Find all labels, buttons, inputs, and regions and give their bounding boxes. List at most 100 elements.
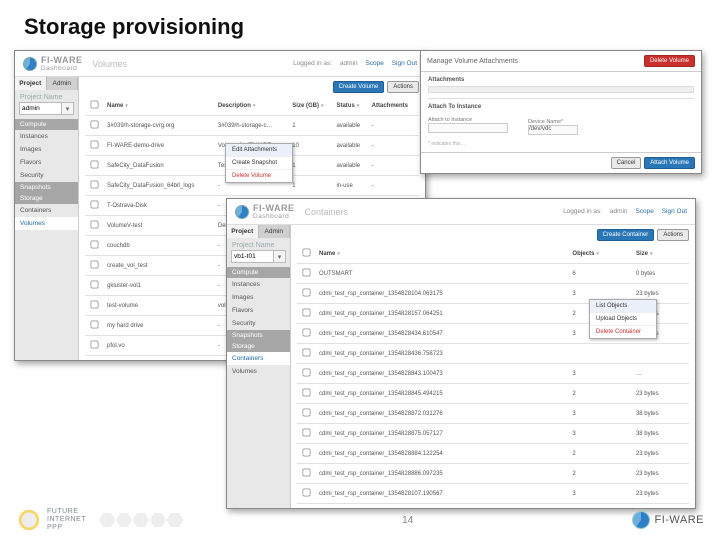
row-checkbox[interactable]: [303, 269, 311, 277]
table-row[interactable]: cdmi_test_rsp_container_1354828845.49421…: [297, 384, 689, 404]
signout-link[interactable]: Sign Out: [392, 60, 417, 67]
brand-name: FI-WARE: [253, 203, 295, 213]
ctx-delete-volume[interactable]: Delete Volume: [226, 170, 292, 182]
sidebar-item-containers[interactable]: Containers: [15, 204, 78, 217]
row-checkbox[interactable]: [91, 141, 99, 149]
chevron-down-icon[interactable]: ▾: [274, 250, 286, 263]
fiware-footer-logo: FI-WARE: [632, 511, 704, 529]
create-container-button[interactable]: Create Container: [597, 229, 655, 241]
cell-size: 10: [289, 136, 333, 156]
row-checkbox[interactable]: [91, 301, 99, 309]
ctx-list-objects[interactable]: List Objects: [590, 300, 656, 313]
cell-status: in-use: [333, 176, 368, 196]
row-checkbox[interactable]: [303, 289, 311, 297]
project-value[interactable]: [231, 250, 274, 263]
col-att[interactable]: Attachments: [369, 96, 419, 116]
row-checkbox[interactable]: [91, 261, 99, 269]
sidebar-item-instances[interactable]: Instances: [15, 130, 78, 143]
fippp-l1: FUTURE: [47, 508, 86, 516]
row-checkbox[interactable]: [303, 329, 311, 337]
row-checkbox[interactable]: [91, 321, 99, 329]
cancel-button[interactable]: Cancel: [611, 157, 642, 169]
row-checkbox[interactable]: [91, 181, 99, 189]
row-checkbox[interactable]: [91, 161, 99, 169]
sidebar-item-images[interactable]: Images: [15, 143, 78, 156]
section-attach-to: Attach To Instance: [428, 104, 694, 110]
col-objects[interactable]: Objects▾: [569, 244, 633, 264]
sidebar-tab-project[interactable]: Project: [227, 225, 259, 238]
attach-instance-select[interactable]: [428, 123, 508, 133]
ctx-create-snapshot[interactable]: Create Snapshot: [226, 157, 292, 170]
col-size[interactable]: Size (GB)▾: [289, 96, 333, 116]
row-checkbox[interactable]: [303, 469, 311, 477]
sidebar-item-instances[interactable]: Instances: [227, 278, 290, 291]
table-row[interactable]: cdmi_test_rsp_container_1354828436.75872…: [297, 344, 689, 364]
row-checkbox[interactable]: [303, 349, 311, 357]
scope-link[interactable]: Scope: [365, 60, 383, 67]
ctx-delete-container[interactable]: Delete Container: [590, 326, 656, 338]
signout-link[interactable]: Sign Out: [662, 208, 687, 215]
sidebar-tab-project[interactable]: Project: [15, 77, 47, 90]
row-checkbox[interactable]: [91, 201, 99, 209]
row-checkbox[interactable]: [303, 369, 311, 377]
cell-size: 23 bytes: [633, 464, 689, 484]
sidebar-item-security[interactable]: Security: [15, 169, 78, 182]
starburst-icon: [16, 507, 42, 533]
sidebar-item-volumes[interactable]: Volumes: [227, 365, 290, 378]
cell-name: VolumeV-test: [104, 216, 215, 236]
sidebar-item-security[interactable]: Security: [227, 317, 290, 330]
cell-status: available: [333, 156, 368, 176]
project-select[interactable]: ▾: [231, 250, 286, 263]
ctx-edit-attachments[interactable]: Edit Attachments: [226, 144, 292, 157]
actions-button[interactable]: Actions: [657, 229, 689, 241]
cell-objects: 3: [569, 484, 633, 504]
sidebar-item-flavors[interactable]: Flavors: [227, 304, 290, 317]
col-status[interactable]: Status▾: [333, 96, 368, 116]
table-row[interactable]: cdmi_test_rsp_container_1354828107.19056…: [297, 484, 689, 504]
table-row[interactable]: cdmi_test_rsp_container_1354828872.03127…: [297, 404, 689, 424]
table-row[interactable]: cdmi_test_rsp_container_1354828886.09723…: [297, 464, 689, 484]
row-checkbox[interactable]: [303, 309, 311, 317]
attach-volume-button[interactable]: Attach Volume: [644, 157, 695, 169]
device-name-input[interactable]: /dev/vdc: [528, 125, 578, 135]
row-checkbox[interactable]: [91, 121, 99, 129]
row-checkbox[interactable]: [303, 449, 311, 457]
sidebar-item-containers[interactable]: Containers: [227, 352, 290, 365]
col-desc[interactable]: Description▾: [215, 96, 289, 116]
select-all-checkbox[interactable]: [91, 101, 99, 109]
sidebar-item-volumes[interactable]: Volumes: [15, 217, 78, 230]
col-name[interactable]: Name▾: [316, 244, 569, 264]
cell-objects: 6: [569, 264, 633, 284]
cell-name: SafeCity_DataFusion_64bit_logs: [104, 176, 215, 196]
row-checkbox[interactable]: [91, 241, 99, 249]
row-checkbox[interactable]: [91, 281, 99, 289]
row-checkbox[interactable]: [303, 429, 311, 437]
table-row[interactable]: cdmi_test_rsp_container_1354828875.05712…: [297, 424, 689, 444]
create-volume-button[interactable]: Create Volume: [333, 81, 385, 93]
table-row[interactable]: cdmi_test_rsp_container_1354828843.10047…: [297, 364, 689, 384]
scope-link[interactable]: Scope: [635, 208, 653, 215]
row-checkbox[interactable]: [91, 341, 99, 349]
sidebar-item-flavors[interactable]: Flavors: [15, 156, 78, 169]
chevron-down-icon[interactable]: ▾: [62, 102, 74, 115]
sidebar-item-images[interactable]: Images: [227, 291, 290, 304]
select-all-checkbox[interactable]: [303, 249, 311, 257]
sidebar-tab-admin[interactable]: Admin: [47, 77, 79, 90]
col-size[interactable]: Size▾: [633, 244, 689, 264]
sidebar-tab-admin[interactable]: Admin: [259, 225, 291, 238]
table-row[interactable]: cdmi_test_rsp_container_1354828884.12225…: [297, 444, 689, 464]
ctx-upload-objects[interactable]: Upload Objects: [590, 313, 656, 326]
cell-desc: 3#039/h-storage-c…: [215, 116, 289, 136]
table-row[interactable]: OUTSMART60 bytes: [297, 264, 689, 284]
actions-button[interactable]: Actions: [387, 81, 419, 93]
row-checkbox[interactable]: [303, 389, 311, 397]
row-checkbox[interactable]: [303, 409, 311, 417]
table-row[interactable]: 3#039/h-storage-cvrg.org3#039/h-storage-…: [85, 116, 419, 136]
project-value[interactable]: [19, 102, 62, 115]
col-name[interactable]: Name▾: [104, 96, 215, 116]
row-checkbox[interactable]: [303, 489, 311, 497]
delete-volume-button[interactable]: Delete Volume: [644, 55, 695, 67]
project-select[interactable]: ▾: [19, 102, 74, 115]
project-label: Project Name: [227, 238, 290, 250]
row-checkbox[interactable]: [91, 221, 99, 229]
